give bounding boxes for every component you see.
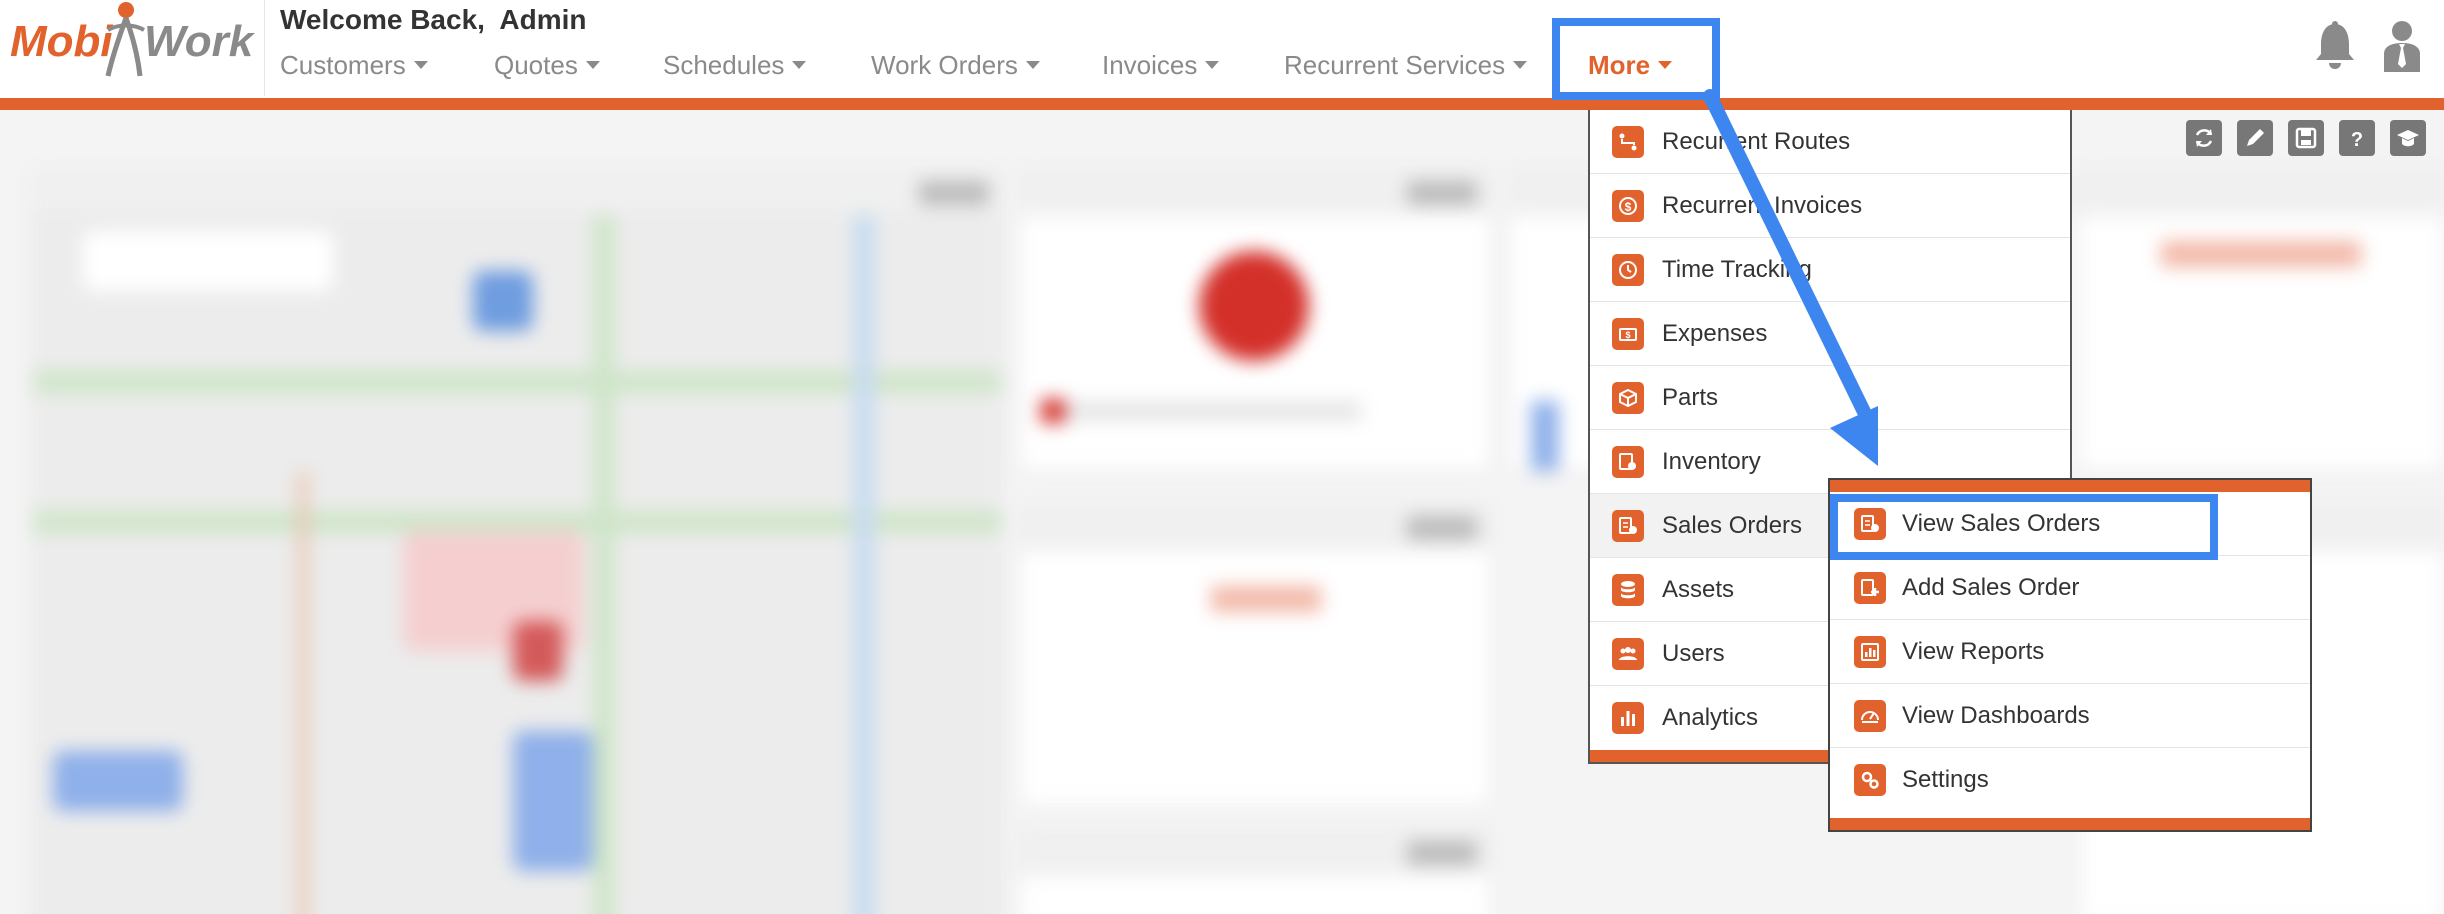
logo-figure [105,2,146,77]
menu-item-label: Time Tracking [1662,255,1812,283]
gears-icon [1854,764,1886,796]
menu-item-label: Recurrent Routes [1662,127,1851,155]
sales-order-icon [1612,509,1644,542]
chevron-down-icon [585,61,600,70]
report-icon [1854,635,1886,668]
submenu-item-label: Add Sales Order [1902,573,2080,601]
menu-item-parts[interactable]: Parts [1590,366,2070,430]
add-sales-order-icon [1854,571,1886,604]
chevron-down-icon [1025,61,1040,70]
pencil-icon[interactable] [2237,120,2273,156]
submenu-item-label: Settings [1902,766,1989,793]
nav-schedules-label: Schedules [663,50,785,80]
help-icon[interactable]: ? [2339,120,2375,156]
dollar-cycle-icon: $ [1612,189,1644,222]
mobiwork-logo[interactable]: Mobi Work [8,0,258,84]
info-panel [1020,505,1490,805]
logo-text-work: Work [144,17,256,66]
menu-item-recurrent-routes[interactable]: Recurrent Routes [1590,110,2070,174]
nav-schedules[interactable]: Schedules [663,50,807,81]
nav-quotes-label: Quotes [494,50,578,80]
submenu-item-view-dashboards[interactable]: View Dashboards [1830,684,2310,748]
map-panel-header [33,171,1001,215]
header-accent-bar [0,98,2444,110]
logo-divider [264,0,265,96]
submenu-item-settings[interactable]: Settings [1830,748,2310,812]
menu-item-label: Sales Orders [1662,511,1803,539]
nav-quotes[interactable]: Quotes [494,50,600,81]
chevron-down-icon [1513,61,1528,70]
submenu-item-label: View Reports [1902,637,2045,665]
svg-text:$: $ [1625,200,1632,214]
far-right-panel [2080,170,2444,470]
bell-icon[interactable] [2313,20,2357,72]
svg-text:$: $ [1625,330,1630,340]
map-panel [32,170,1002,914]
dashboard-gauge-icon [1854,699,1886,732]
app-window: Mobi Work Welcome Back, Admin Customers … [0,0,2444,914]
menu-item-label: Recurrent Invoices [1662,191,1863,219]
menu-item-label: Assets [1662,575,1735,603]
submenu-item-label: View Dashboards [1902,701,2090,729]
route-icon [1612,125,1644,158]
menu-item-label: Users [1662,639,1725,667]
nav-customers[interactable]: Customers [280,50,428,81]
submenu-accent-bar-top [1830,480,2310,492]
highlight-box-view-sales-orders [1830,494,2218,560]
clock-icon [1612,253,1644,286]
menu-item-label: Inventory [1662,447,1761,475]
status-panel [1020,170,1490,470]
nav-invoices[interactable]: Invoices [1102,50,1220,81]
chevron-down-icon [792,61,807,70]
users-icon [1612,637,1644,670]
lower-panel [1020,830,1490,914]
menu-item-time-tracking[interactable]: Time Tracking [1590,238,2070,302]
menu-item-label: Analytics [1662,704,1759,731]
submenu-item-view-reports[interactable]: View Reports [1830,620,2310,684]
nav-recurrent-services[interactable]: Recurrent Services [1284,50,1528,81]
save-icon[interactable] [2288,120,2324,156]
submenu-item-add-sales-order[interactable]: Add Sales Order [1830,556,2310,620]
chevron-down-icon [413,61,428,70]
inventory-icon [1612,445,1644,478]
nav-invoices-label: Invoices [1102,50,1198,80]
nav-work-orders-label: Work Orders [871,50,1018,80]
user-icon[interactable] [2380,18,2424,74]
box-icon [1612,381,1644,414]
welcome-message: Welcome Back, Admin [280,4,587,35]
bar-chart-icon [1612,702,1644,734]
chevron-down-icon [1205,61,1220,70]
money-icon: $ [1612,317,1644,350]
menu-item-recurrent-invoices[interactable]: $ Recurrent Invoices [1590,174,2070,238]
highlight-box-more [1552,18,1720,100]
submenu-accent-bar-bottom [1830,818,2310,830]
menu-item-expenses[interactable]: $ Expenses [1590,302,2070,366]
database-icon [1612,573,1644,606]
menu-item-label: Parts [1662,383,1719,411]
graduation-cap-icon[interactable] [2390,120,2426,156]
logo-text-mobi: Mobi [10,17,113,66]
nav-customers-label: Customers [280,50,406,80]
top-header: Mobi Work Welcome Back, Admin Customers … [0,0,2444,98]
nav-recurrent-services-label: Recurrent Services [1284,50,1506,80]
nav-work-orders[interactable]: Work Orders [871,50,1040,81]
refresh-icon[interactable] [2186,120,2222,156]
svg-text:?: ? [2351,129,2363,151]
menu-item-label: Expenses [1662,319,1768,347]
